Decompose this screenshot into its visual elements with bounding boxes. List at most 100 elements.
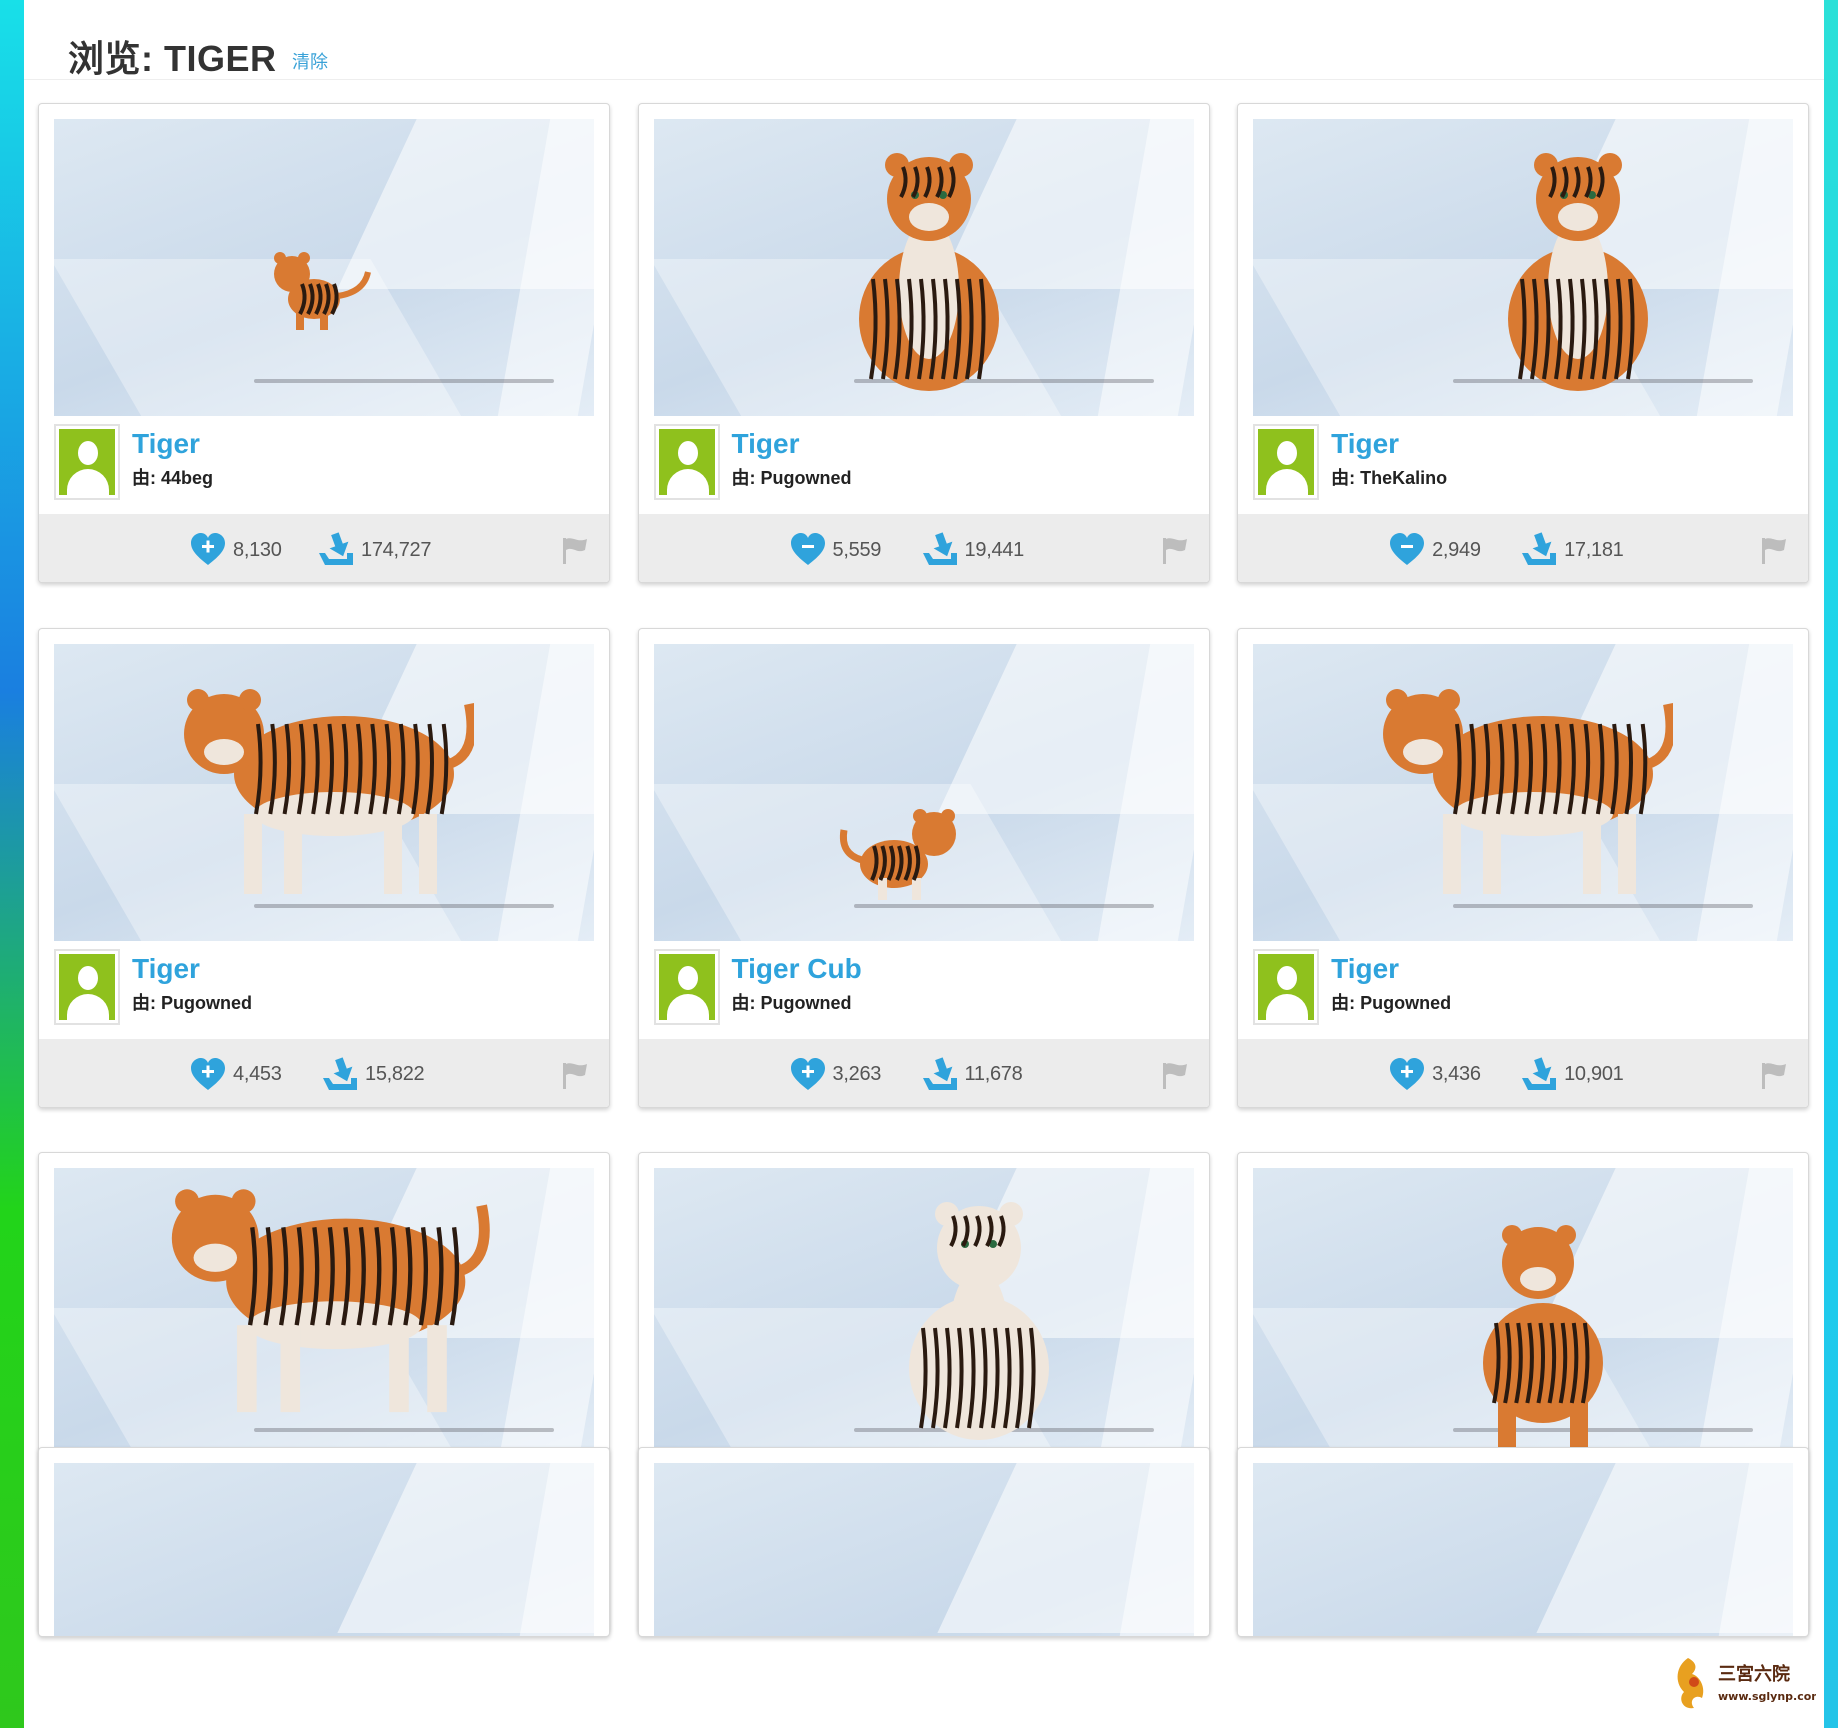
item-card[interactable]: Tiger 由: TheKalino 2,949 17,181 xyxy=(1237,103,1810,583)
like-count: 8,130 xyxy=(233,538,282,561)
browse-header: 浏览: TIGER 清除 xyxy=(24,0,1824,80)
floor-shadow xyxy=(254,1428,554,1433)
svg-text:www.sglynp.com: www.sglynp.com xyxy=(1718,1690,1816,1703)
flag-icon[interactable] xyxy=(559,534,591,566)
like-button[interactable]: 5,559 xyxy=(789,531,881,569)
item-thumbnail[interactable] xyxy=(653,119,1194,416)
download-button[interactable]: 10,901 xyxy=(1520,1056,1624,1094)
default-user-icon xyxy=(1258,953,1315,1020)
floor-shadow xyxy=(254,903,554,908)
flag-icon[interactable] xyxy=(1159,534,1191,566)
download-button[interactable]: 15,822 xyxy=(321,1056,425,1094)
creator-avatar[interactable] xyxy=(54,948,120,1025)
download-count: 15,822 xyxy=(365,1063,425,1086)
item-info: Tiger 由: Pugowned xyxy=(54,948,594,1027)
item-thumbnail[interactable] xyxy=(54,1463,594,1636)
item-thumbnail[interactable] xyxy=(1253,1463,1794,1636)
creator-avatar[interactable] xyxy=(54,424,120,500)
heart-plus-icon xyxy=(189,1056,227,1094)
creator-avatar[interactable] xyxy=(653,424,720,500)
like-count: 3,263 xyxy=(832,1063,882,1086)
browse-page: 浏览: TIGER 清除 Tiger 由: 44beg 8,130 174,72… xyxy=(24,0,1824,1728)
download-button[interactable]: 19,441 xyxy=(921,532,1024,568)
results-grid: Tiger 由: 44beg 8,130 174,727 Tiger 由: Pu… xyxy=(38,103,1810,1728)
heart-plus-icon xyxy=(1388,531,1426,569)
like-count: 3,436 xyxy=(1432,1063,1481,1086)
item-info: Tiger 由: TheKalino xyxy=(1253,424,1793,502)
right-border-strip xyxy=(1824,0,1838,1728)
watermark-logo: 三宮六院 www.sglynp.com xyxy=(1666,1648,1823,1718)
item-thumbnail[interactable] xyxy=(653,643,1194,941)
item-thumbnail[interactable] xyxy=(1253,643,1794,941)
download-button[interactable]: 11,678 xyxy=(921,1056,1023,1094)
heart-plus-icon xyxy=(789,1056,827,1094)
flag-icon[interactable] xyxy=(1758,1059,1790,1091)
like-count: 4,453 xyxy=(233,1063,282,1086)
item-card[interactable] xyxy=(1237,1447,1810,1637)
item-card[interactable] xyxy=(38,1447,610,1637)
item-thumbnail[interactable] xyxy=(54,643,594,941)
item-thumbnail[interactable] xyxy=(54,119,594,416)
flag-icon[interactable] xyxy=(1159,1059,1191,1091)
item-stats-bar: 8,130 174,727 xyxy=(39,514,609,582)
like-button[interactable]: 2,949 xyxy=(1388,532,1481,568)
item-card[interactable]: Tiger Cub 由: Pugowned 3,263 11,678 xyxy=(637,627,1210,1108)
download-count: 17,181 xyxy=(1564,538,1624,561)
item-title[interactable]: Tiger Cub xyxy=(732,953,862,985)
tiger-model-image xyxy=(1478,139,1678,399)
flag-icon[interactable] xyxy=(1758,534,1790,566)
download-tray-icon xyxy=(1520,1056,1558,1094)
item-author[interactable]: 由: Pugowned xyxy=(732,464,852,490)
tiger-model-image xyxy=(1373,674,1674,904)
item-thumbnail[interactable] xyxy=(653,1463,1194,1636)
item-thumbnail[interactable] xyxy=(1253,1168,1794,1466)
download-button[interactable]: 17,181 xyxy=(1520,532,1624,568)
item-title[interactable]: Tiger xyxy=(1331,428,1399,460)
like-button[interactable]: 8,130 xyxy=(189,532,282,568)
item-card[interactable]: Tiger 由: Pugowned 5,559 19,441 xyxy=(637,103,1210,583)
item-title[interactable]: Tiger xyxy=(1331,953,1399,985)
default-user-icon xyxy=(59,953,115,1020)
item-card[interactable]: Tiger 由: Pugowned 4,453 15,822 xyxy=(38,627,610,1108)
item-author[interactable]: 由: TheKalino xyxy=(1331,464,1447,490)
item-stats-bar: 2,949 17,181 xyxy=(1238,514,1809,582)
flag-icon[interactable] xyxy=(559,1059,591,1091)
download-tray-icon xyxy=(321,1056,359,1094)
like-button[interactable]: 3,263 xyxy=(789,1056,882,1094)
download-count: 19,441 xyxy=(964,538,1025,561)
creator-avatar[interactable] xyxy=(1253,948,1320,1025)
item-card[interactable]: Tiger 由: Pugowned 3,436 10,901 xyxy=(1237,627,1810,1108)
clear-filter-link[interactable]: 清除 xyxy=(292,48,328,74)
floor-shadow xyxy=(254,379,554,383)
creator-avatar[interactable] xyxy=(653,948,720,1025)
download-button[interactable]: 174,727 xyxy=(317,531,432,569)
download-tray-icon xyxy=(317,531,355,569)
like-button[interactable]: 4,453 xyxy=(189,1057,282,1093)
item-title[interactable]: Tiger xyxy=(732,428,800,460)
item-author[interactable]: 由: Pugowned xyxy=(1331,989,1451,1015)
item-title[interactable]: Tiger xyxy=(132,953,200,985)
item-card[interactable] xyxy=(637,1447,1210,1637)
tiger-model-image xyxy=(879,1188,1079,1448)
item-stats-bar: 3,263 11,678 xyxy=(638,1038,1209,1107)
download-tray-icon xyxy=(921,531,959,569)
item-card[interactable]: Tiger 由: 44beg 8,130 174,727 xyxy=(38,103,610,583)
tiger-model-image xyxy=(1458,1213,1628,1463)
default-user-icon xyxy=(658,953,715,1020)
tiger-model-image xyxy=(834,794,974,904)
item-author[interactable]: 由: Pugowned xyxy=(732,989,852,1015)
heart-plus-icon xyxy=(189,531,227,569)
heart-plus-icon xyxy=(1388,1056,1426,1094)
creator-avatar[interactable] xyxy=(1253,424,1320,500)
item-info: Tiger 由: Pugowned xyxy=(653,424,1194,502)
item-author[interactable]: 由: 44beg xyxy=(132,464,213,490)
item-thumbnail[interactable] xyxy=(54,1168,594,1466)
download-tray-icon xyxy=(921,1056,959,1094)
like-button[interactable]: 3,436 xyxy=(1388,1057,1481,1093)
item-thumbnail[interactable] xyxy=(1253,119,1794,416)
item-stats-bar: 4,453 15,822 xyxy=(39,1038,609,1107)
heart-plus-icon xyxy=(789,531,827,569)
item-title[interactable]: Tiger xyxy=(132,428,200,460)
item-author[interactable]: 由: Pugowned xyxy=(132,989,252,1015)
item-thumbnail[interactable] xyxy=(653,1168,1194,1466)
